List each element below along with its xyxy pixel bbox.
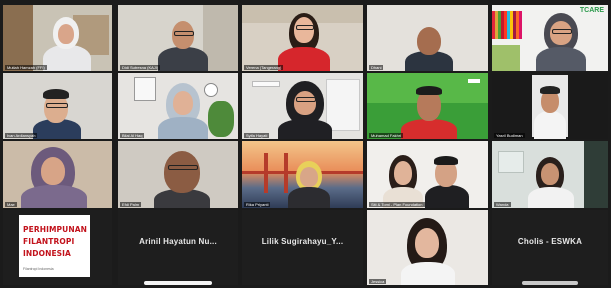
participant-tile[interactable]: Lilik Sugirahayu_Y... xyxy=(242,210,363,285)
participant-name: Arinil Hayatun Nu... xyxy=(139,237,217,246)
participant-name: Syifa Hayati xyxy=(244,133,270,138)
participant-name: Bilal Al Haq xyxy=(120,133,145,138)
participant-name: Wanda xyxy=(494,202,511,207)
participant-name: Yasril Budiman xyxy=(494,133,525,138)
participant-name: Mutiah Hamzah (FFI) xyxy=(5,65,47,70)
participant-tile[interactable]: Didi Sutresna (KAJI) xyxy=(118,5,238,71)
participant-tile[interactable]: Ivan Ardiansyah xyxy=(3,73,112,139)
participant-tile[interactable]: Jessica xyxy=(367,210,488,285)
participant-tile[interactable]: Syifa Hayati xyxy=(242,73,363,139)
participant-tile[interactable]: Arinil Hayatun Nu... xyxy=(118,210,238,285)
participant-name: Dhani xyxy=(369,65,384,70)
participant-tile[interactable]: Mutiah Hamzah (FFI) xyxy=(3,5,112,71)
participant-name: Lilik Sugirahayu_Y... xyxy=(261,237,344,246)
participant-tile[interactable]: Yasril Budiman xyxy=(492,73,608,139)
participant-tile[interactable]: TCARE xyxy=(492,5,608,71)
participant-tile[interactable]: Bilal Al Haq xyxy=(118,73,238,139)
logo-footer: Filantropi Indonesia xyxy=(23,267,54,271)
participant-name: Cholis - ESWKA xyxy=(517,237,583,246)
filantropi-logo: PERHIMPUNAN FILANTROPI INDONESIA Filantr… xyxy=(19,215,90,277)
logo-line: INDONESIA xyxy=(23,249,71,258)
participant-name: Siti & Tomi - Plan Foundation xyxy=(369,202,425,207)
participant-tile[interactable]: Cholis - ESWKA xyxy=(492,210,608,285)
participant-name: Ivan Ardiansyah xyxy=(5,133,38,138)
participant-name: Didi Sutresna (KAJI) xyxy=(120,65,161,70)
participant-tile[interactable]: Siti & Tomi - Plan Foundation xyxy=(367,141,488,208)
logo-line: FILANTROPI xyxy=(23,237,75,246)
participant-tile[interactable]: Muhamad Fakhri xyxy=(367,73,488,139)
video-grid: Mutiah Hamzah (FFI) Didi Sutresna (KAJI)… xyxy=(0,0,611,288)
tcare-banner: TCARE xyxy=(579,7,604,14)
participant-name: Mae xyxy=(5,202,17,207)
participant-tile[interactable]: Wanda xyxy=(492,141,608,208)
participant-name: Verena (Tangerang) xyxy=(244,65,284,70)
screen-share-strip xyxy=(144,281,212,285)
participant-tile[interactable]: Mae xyxy=(3,141,112,208)
participant-name: Jessica xyxy=(369,279,387,284)
participant-tile[interactable]: Rika Priyanti xyxy=(242,141,363,208)
participant-tile[interactable]: Efdi Palm xyxy=(118,141,238,208)
participant-tile[interactable]: Dhani xyxy=(367,5,488,71)
participant-name: Muhamad Fakhri xyxy=(369,133,404,138)
participant-tile[interactable]: Verena (Tangerang) xyxy=(242,5,363,71)
participant-name: Rika Priyanti xyxy=(244,202,271,207)
participant-name: Efdi Palm xyxy=(120,202,142,207)
screen-share-strip xyxy=(522,281,578,285)
logo-line: PERHIMPUNAN xyxy=(23,225,87,234)
